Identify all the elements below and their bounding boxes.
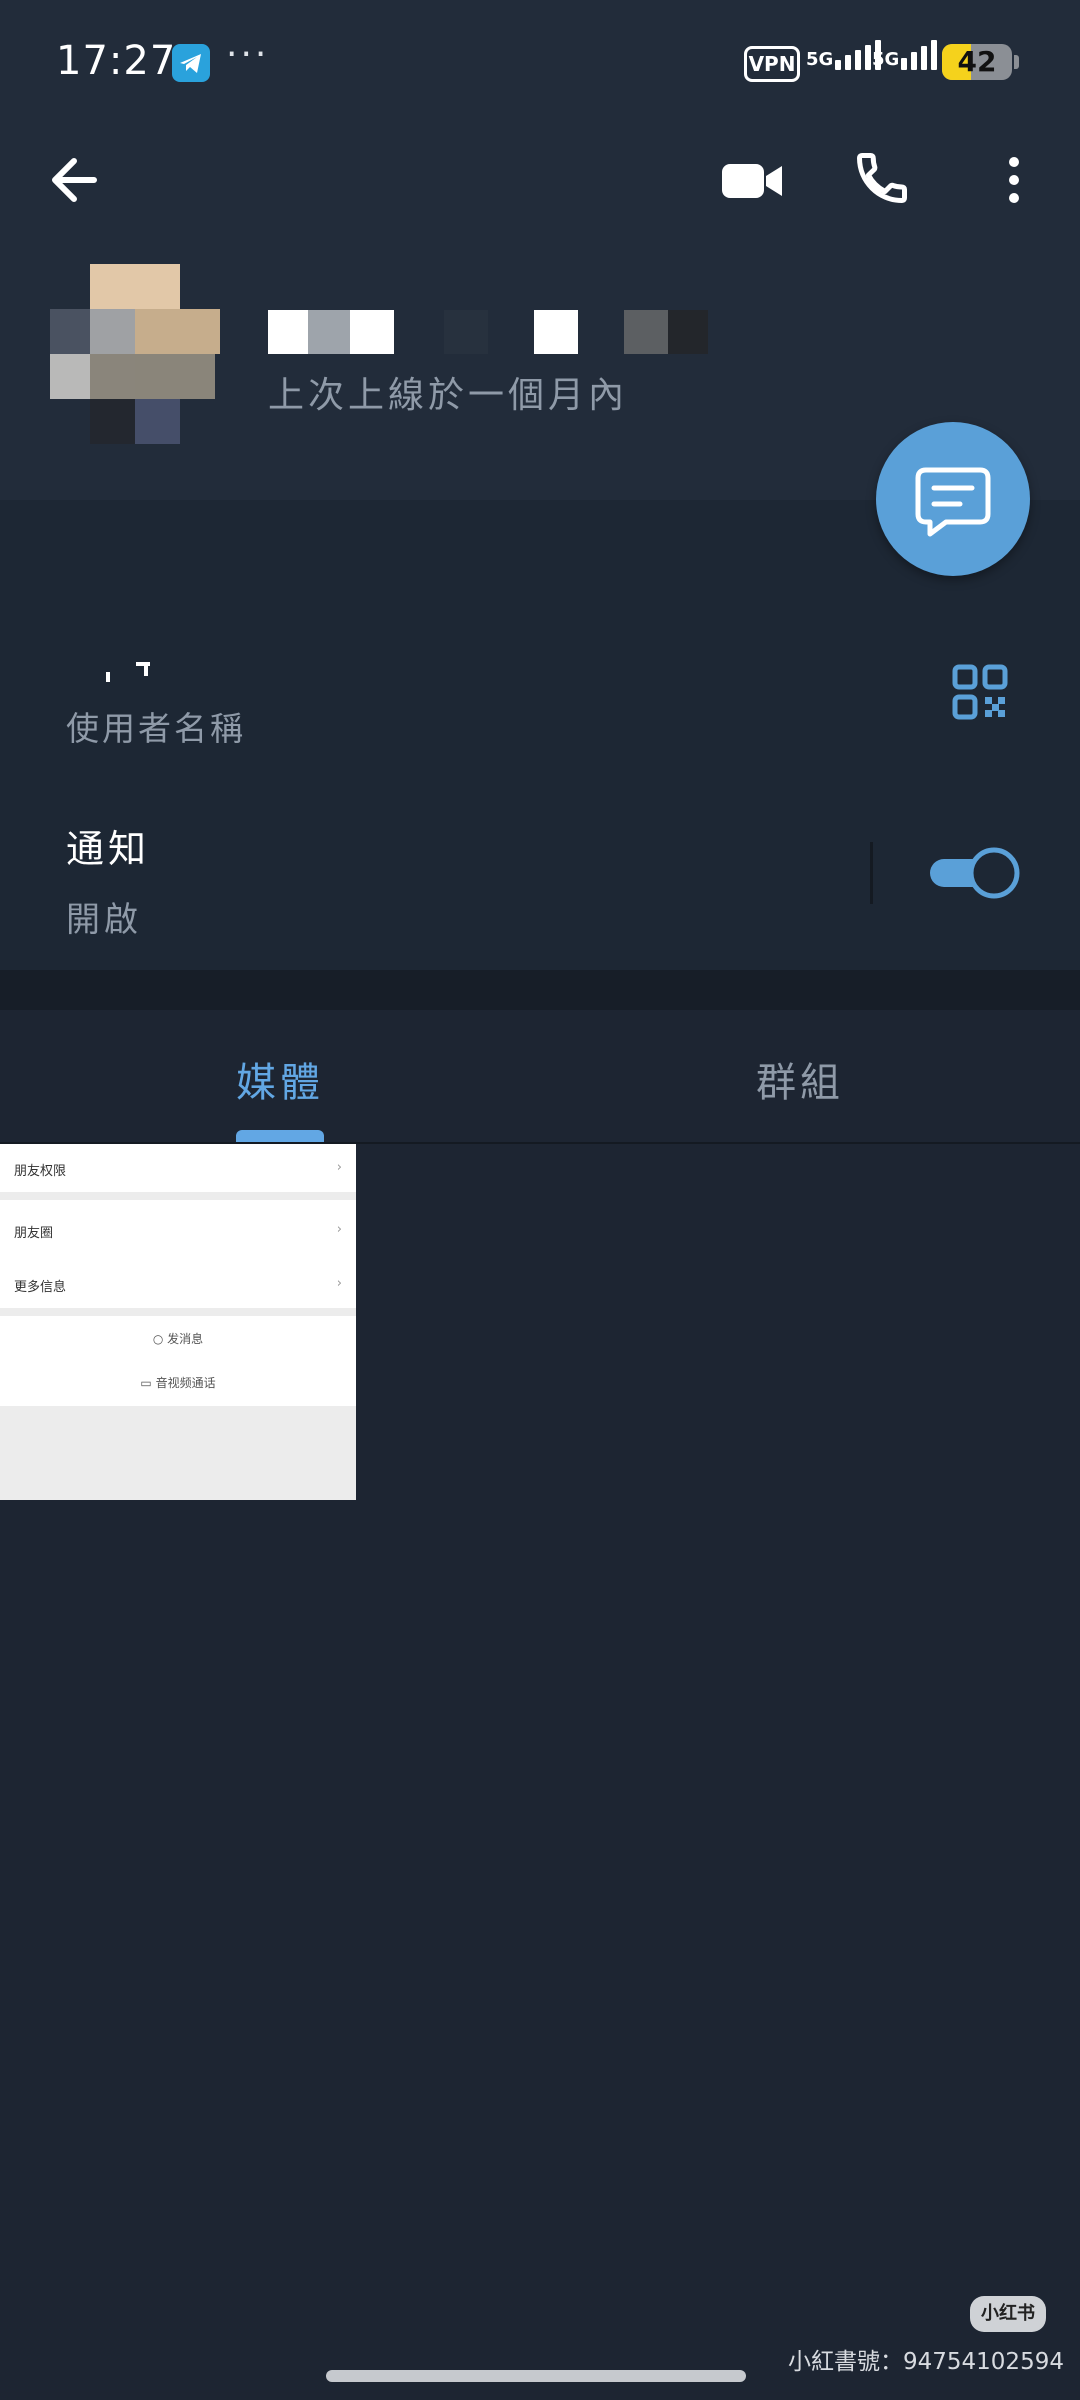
media-thumbnail[interactable]: 朋友权限 › 朋友圈 › 更多信息 › ○ 发消息 ▭ 音视频通话 [0,1144,356,1500]
vpn-icon: VPN [744,46,800,82]
vertical-divider [870,842,873,904]
chevron-right-icon: › [336,1222,342,1237]
qr-code-icon [952,664,1008,720]
last-seen-status: 上次上線於一個月內 [268,375,629,416]
video-camera-icon [722,164,782,198]
home-indicator[interactable] [326,2370,746,2382]
more-vertical-icon [1009,157,1019,203]
signal-icon-2: 5G [872,40,938,70]
status-time: 17:27 [56,38,177,84]
username-value-redacted [100,660,160,682]
more-options-button[interactable] [996,152,1032,208]
watermark-logo: 小红书 [970,2296,1046,2332]
back-arrow-icon [52,158,97,202]
status-more-icon: ··· [226,34,270,75]
username-label: 使用者名稱 [66,709,246,748]
thumb-action: ○ 发消息 [0,1330,356,1347]
network-type-label-2: 5G [872,49,900,70]
voice-call-button[interactable] [852,148,912,208]
signal-icon: 5G [806,40,882,70]
notifications-toggle[interactable] [928,846,1022,900]
thumb-empty-area [0,1406,356,1500]
thumb-action-text: 音视频通话 [155,1376,216,1390]
network-type-label: 5G [806,49,834,70]
battery-level: 42 [957,45,997,78]
thumb-action: ▭ 音视频通话 [0,1374,356,1391]
chevron-right-icon: › [336,1276,342,1291]
video-call-button[interactable] [720,156,786,206]
contact-name-redacted [268,308,708,356]
send-message-button[interactable] [876,422,1030,576]
notifications-title: 通知 [66,827,151,871]
thumb-separator [0,1308,356,1316]
tab-groups[interactable]: 群組 [520,1050,1080,1108]
thumb-action-text: 发消息 [167,1332,204,1346]
section-divider [0,970,1080,1010]
video-icon: ▭ [140,1376,156,1390]
telegram-icon [172,44,210,82]
battery-tip [1014,55,1019,69]
chat-icon: ○ [152,1332,168,1346]
watermark-id: 小紅書號：94754102594 [788,2349,1064,2375]
tab-media[interactable]: 媒體 [0,1050,560,1108]
back-button[interactable] [44,148,114,212]
qr-code-button[interactable] [952,664,1008,720]
notifications-state: 開啟 [66,900,142,940]
chat-bubble-icon [915,467,991,537]
active-tab-indicator [236,1130,324,1142]
phone-icon [857,153,907,203]
thumb-row-text: 朋友圈 [14,1226,54,1241]
chevron-right-icon: › [336,1160,342,1175]
avatar[interactable] [50,264,220,444]
thumb-separator [0,1192,356,1200]
thumb-row-text: 更多信息 [14,1280,67,1295]
thumb-row-text: 朋友权限 [14,1164,67,1179]
